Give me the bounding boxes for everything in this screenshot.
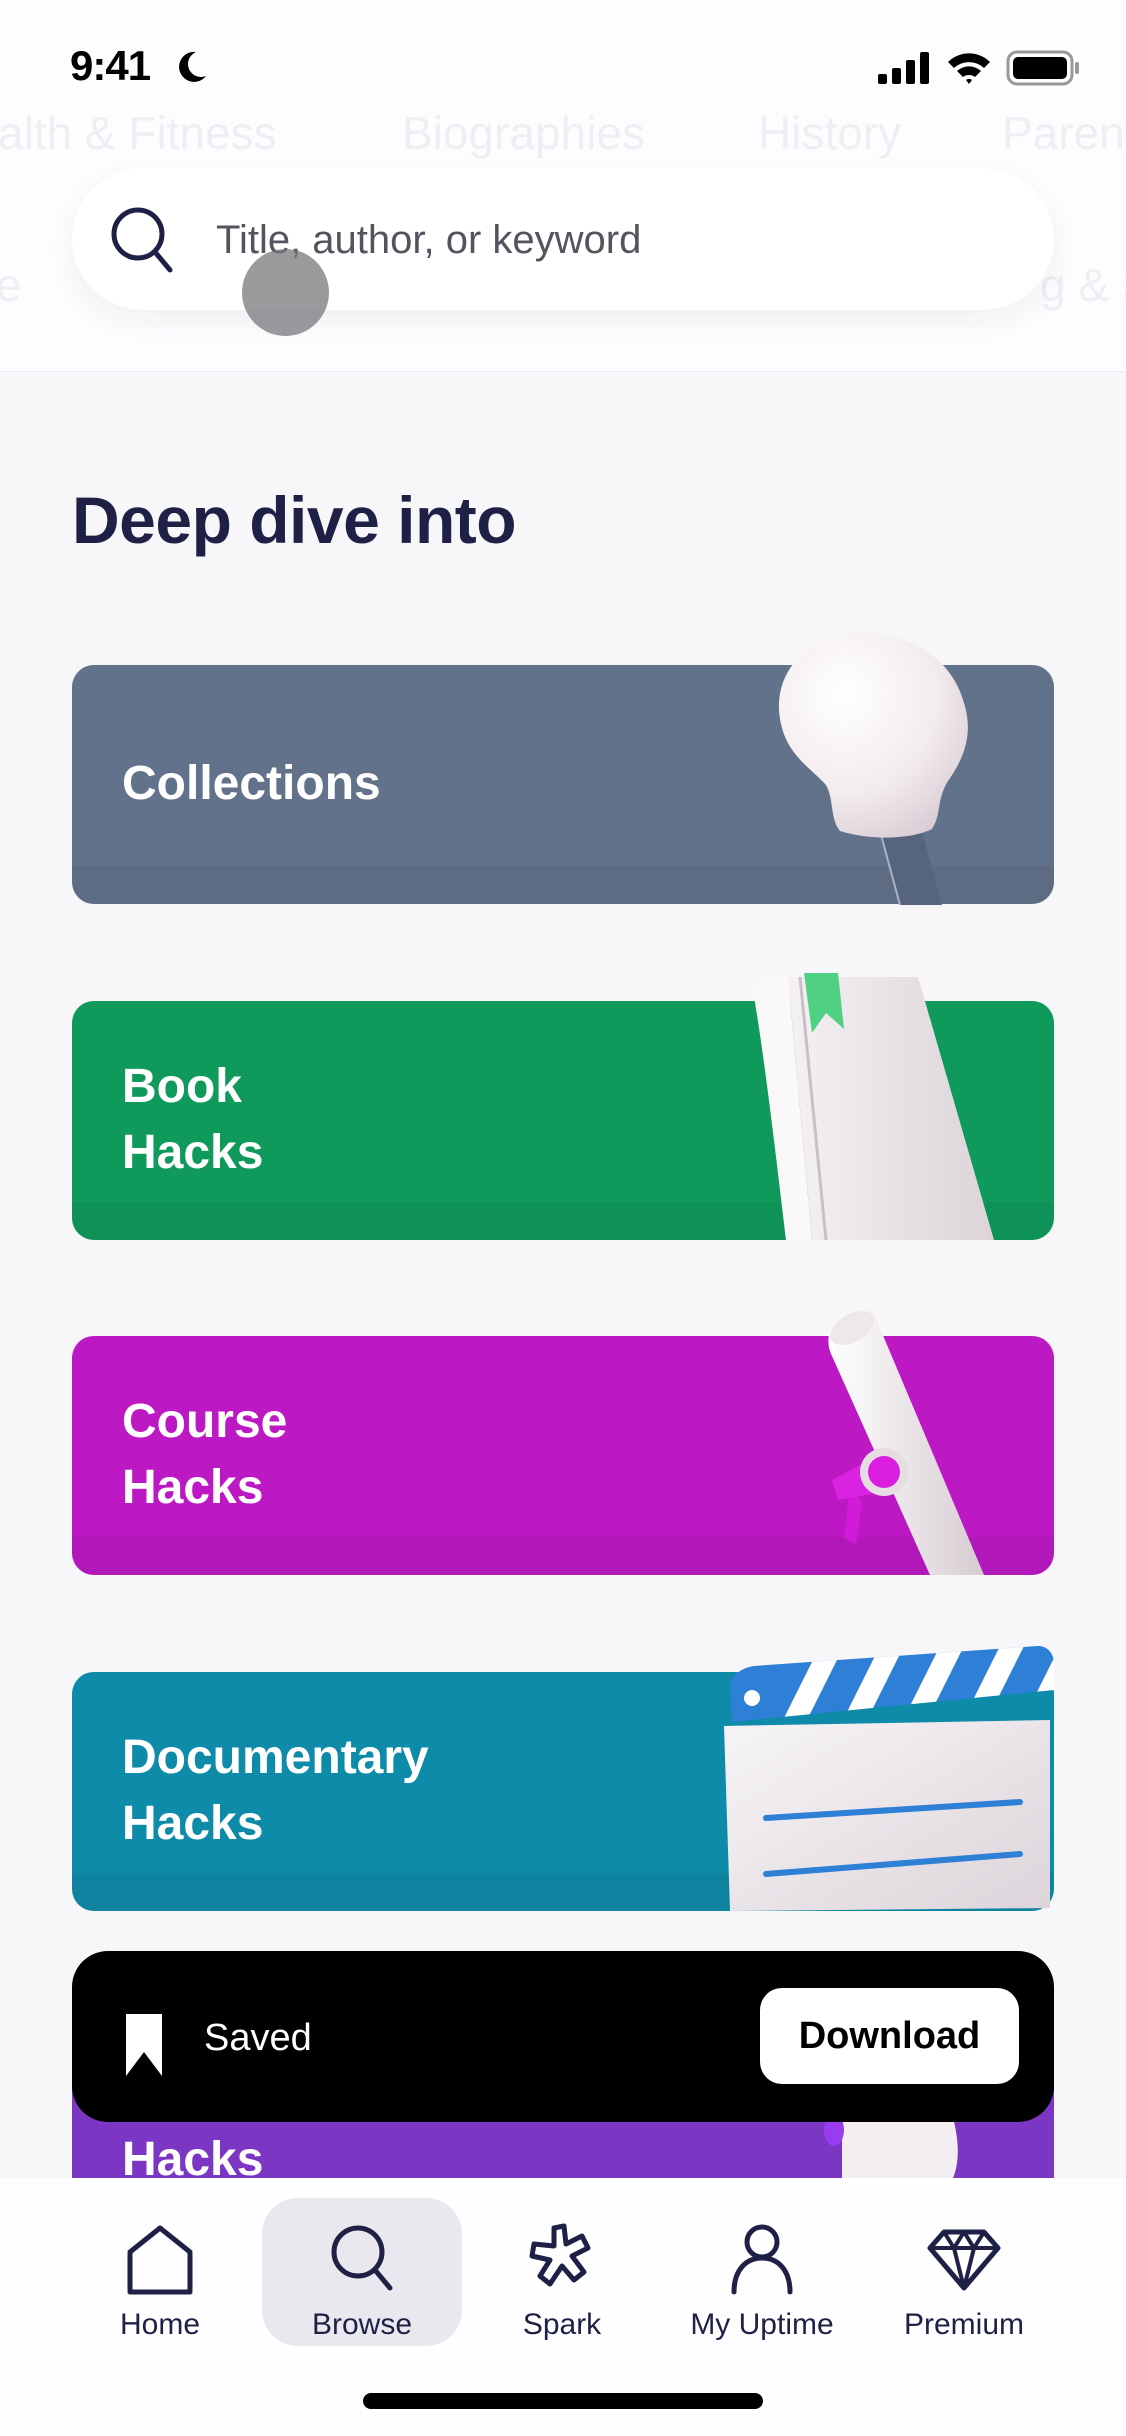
- book-illustration: [753, 973, 994, 1240]
- category-tab[interactable]: History: [758, 106, 901, 160]
- status-time: 9:41: [70, 42, 151, 89]
- lightbulb-illustration: [778, 633, 968, 905]
- battery-icon: [1006, 50, 1079, 86]
- clapperboard-illustration: [724, 1646, 1054, 1911]
- saved-toast: Saved Download: [72, 1951, 1054, 2122]
- diploma-illustration: [828, 1308, 984, 1575]
- header: 9:41 alth & Fitness Biographies History …: [0, 0, 1126, 372]
- tab-home[interactable]: Home: [60, 2198, 260, 2346]
- search-icon: [111, 207, 173, 273]
- cellular-signal-icon: [878, 52, 929, 84]
- category-tab[interactable]: Biographies: [402, 106, 645, 160]
- touch-indicator: [242, 249, 329, 336]
- card-title-line2: Hacks: [122, 1461, 264, 1514]
- status-icons: [878, 50, 1082, 86]
- search-icon: [331, 2225, 393, 2291]
- card-title-line1: Course: [122, 1395, 288, 1448]
- card-title-line2: Hacks: [122, 1797, 264, 1850]
- card-documentary-hacks[interactable]: Documentary Hacks: [72, 1646, 1054, 1911]
- home-indicator[interactable]: [363, 2393, 763, 2409]
- tab-label: Spark: [522, 2308, 602, 2341]
- person-icon: [731, 2224, 793, 2295]
- bookmark-icon: [126, 2014, 162, 2076]
- tab-spark[interactable]: Spark: [462, 2198, 662, 2346]
- card-book-hacks[interactable]: Book Hacks: [72, 973, 1054, 1240]
- card-course-hacks[interactable]: Course Hacks: [72, 1308, 1054, 1575]
- tab-premium[interactable]: Premium: [864, 2198, 1064, 2346]
- toast-message: Saved: [204, 2017, 312, 2059]
- home-icon: [127, 2225, 193, 2295]
- category-tab[interactable]: e: [0, 258, 22, 312]
- wifi-icon: [948, 53, 990, 84]
- tab-my-uptime[interactable]: My Uptime: [662, 2198, 862, 2346]
- moon-icon: [179, 51, 206, 82]
- card-title: Collections: [122, 757, 381, 810]
- diamond-icon: [927, 2229, 1001, 2291]
- card-collections[interactable]: Collections: [72, 633, 1054, 905]
- card-title-line1: Documentary: [122, 1731, 429, 1784]
- tab-label: Premium: [903, 2308, 1024, 2341]
- tab-browse[interactable]: Browse: [262, 2198, 462, 2346]
- card-title-line2: Hacks: [122, 1126, 264, 1179]
- tab-label: Browse: [311, 2308, 413, 2341]
- section-title: Deep dive into: [72, 483, 517, 557]
- category-tab[interactable]: g & S: [1040, 258, 1126, 312]
- category-tab[interactable]: Paren: [1002, 106, 1125, 160]
- spark-icon: [529, 2223, 591, 2287]
- tab-label: My Uptime: [690, 2308, 834, 2341]
- tab-label: Home: [119, 2308, 201, 2341]
- download-button[interactable]: Download: [760, 1988, 1019, 2084]
- category-tabs-faded: alth & Fitness Biographies History Paren: [0, 100, 1126, 170]
- category-tab[interactable]: alth & Fitness: [0, 106, 277, 160]
- card-title-line1: Book: [122, 1060, 242, 1113]
